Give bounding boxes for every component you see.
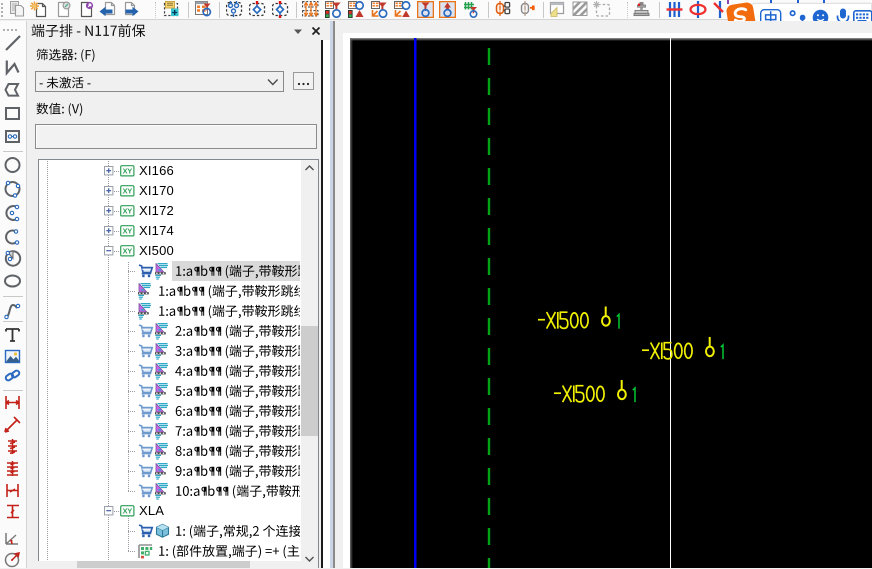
svg-text:XY: XY	[122, 507, 132, 516]
svg-text:XY: XY	[122, 227, 132, 236]
svg-text:XY: XY	[122, 167, 132, 176]
svg-text:XY: XY	[122, 207, 132, 216]
svg-text:XY: XY	[122, 187, 132, 196]
svg-text:XY: XY	[122, 247, 132, 256]
